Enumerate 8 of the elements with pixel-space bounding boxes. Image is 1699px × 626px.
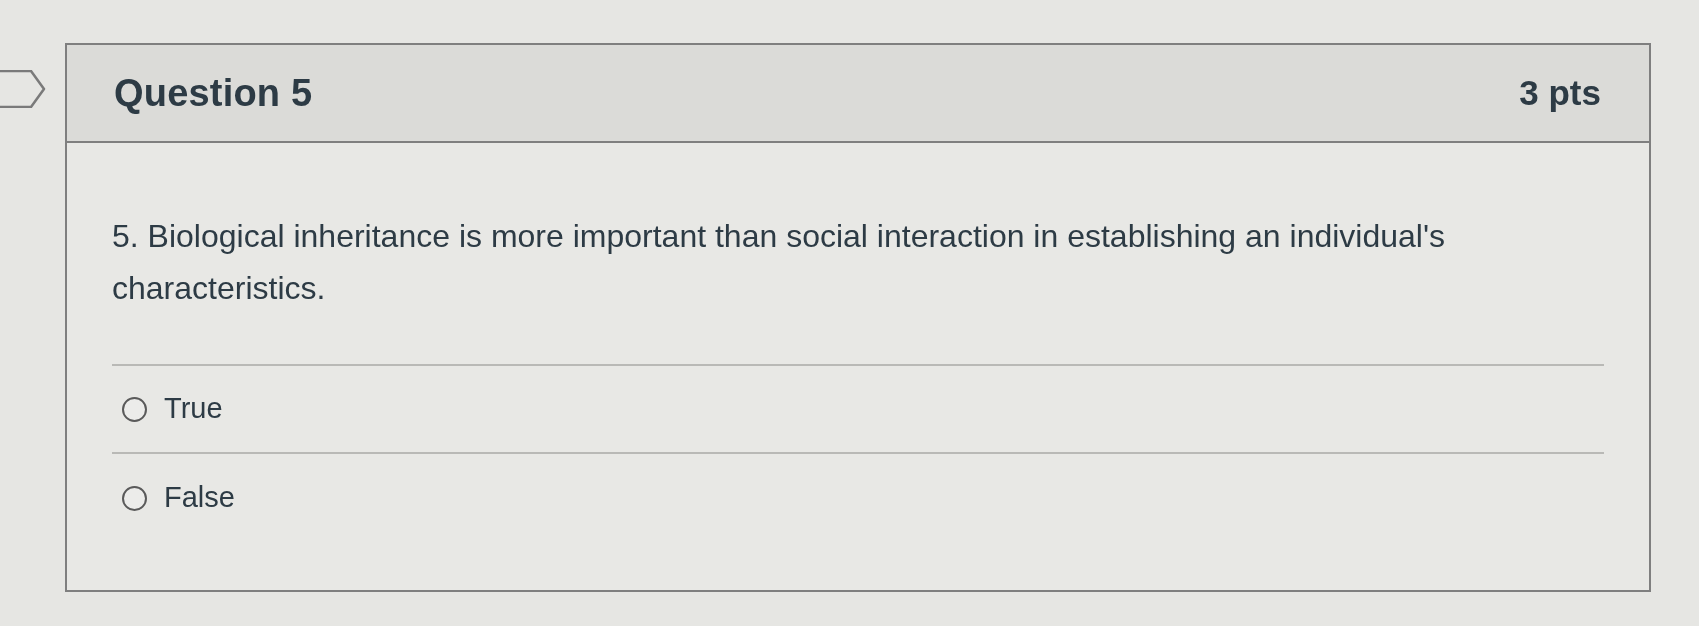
radio-button[interactable] bbox=[122, 396, 147, 422]
question-text: 5. Biological inheritance is more important than social interaction in establishing an individual's characteristics. bbox=[112, 217, 1447, 308]
radio-button[interactable] bbox=[122, 485, 147, 511]
answer-label[interactable]: False bbox=[164, 476, 235, 520]
answer-label[interactable]: True bbox=[164, 387, 223, 431]
question-title: Question 5 bbox=[114, 70, 313, 116]
tag-icon[interactable] bbox=[0, 70, 46, 108]
points-label: 3 pts bbox=[1519, 71, 1601, 114]
